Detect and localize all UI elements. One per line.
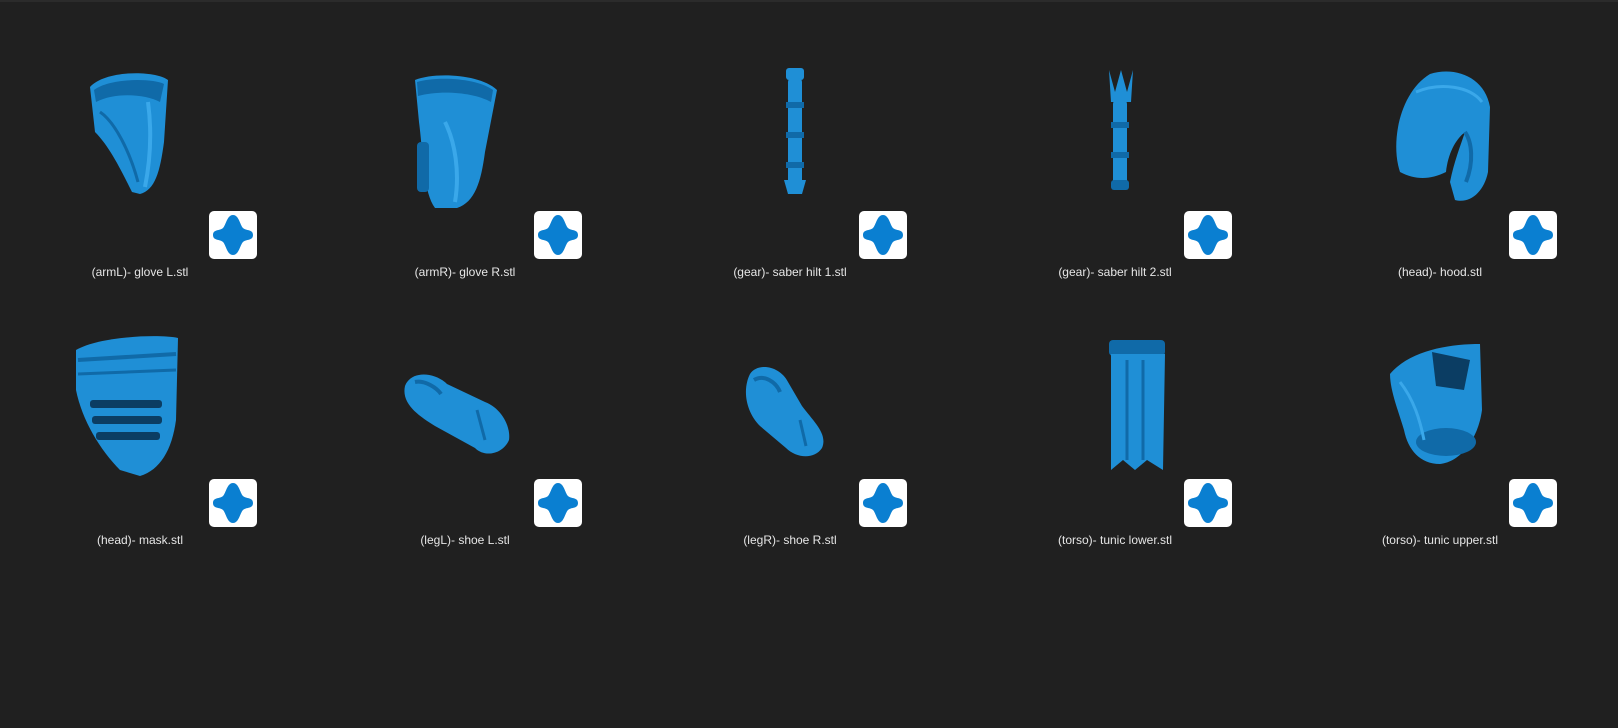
tunic-upper-model-icon — [1360, 330, 1520, 490]
file-name-label: (legR)- shoe R.stl — [743, 533, 837, 547]
file-item[interactable]: (head)- mask.stl — [0, 330, 300, 580]
file-name-label: (gear)- saber hilt 2.stl — [1058, 265, 1172, 279]
stl-file-app-icon — [209, 211, 257, 259]
tunic-lower-model-icon — [1035, 330, 1195, 490]
saber-hilt-2-model-icon — [1035, 62, 1195, 222]
shoe-left-model-icon — [385, 330, 545, 490]
file-item[interactable]: (legL)- shoe L.stl — [325, 330, 625, 580]
file-name-label: (head)- hood.stl — [1397, 265, 1483, 279]
file-item[interactable]: (torso)- tunic upper.stl — [1300, 330, 1600, 580]
stl-file-app-icon — [1184, 211, 1232, 259]
stl-file-app-icon — [859, 479, 907, 527]
saber-hilt-1-model-icon — [710, 62, 870, 222]
file-name-label: (armR)- glove R.stl — [414, 265, 516, 279]
mask-model-icon — [60, 330, 220, 490]
stl-file-app-icon — [534, 479, 582, 527]
file-name-label: (head)- mask.stl — [96, 533, 184, 547]
file-item[interactable]: (armL)- glove L.stl — [0, 62, 300, 312]
stl-file-app-icon — [1509, 479, 1557, 527]
file-item[interactable]: (legR)- shoe R.stl — [650, 330, 950, 580]
file-name-label: (torso)- tunic upper.stl — [1381, 533, 1499, 547]
file-item[interactable]: (armR)- glove R.stl — [325, 62, 625, 312]
file-item[interactable]: (torso)- tunic lower.stl — [975, 330, 1275, 580]
file-grid: (armL)- glove L.stl (armR)- glove R.stl — [0, 0, 1618, 728]
file-item[interactable]: (gear)- saber hilt 2.stl — [975, 62, 1275, 312]
glove-left-model-icon — [60, 62, 220, 222]
shoe-right-model-icon — [710, 330, 870, 490]
file-item[interactable]: (head)- hood.stl — [1300, 62, 1600, 312]
file-name-label: (gear)- saber hilt 1.stl — [733, 265, 847, 279]
file-name-label: (armL)- glove L.stl — [91, 265, 189, 279]
file-name-label: (legL)- shoe L.stl — [420, 533, 510, 547]
stl-file-app-icon — [1184, 479, 1232, 527]
stl-file-app-icon — [534, 211, 582, 259]
file-name-label: (torso)- tunic lower.stl — [1057, 533, 1173, 547]
file-item[interactable]: (gear)- saber hilt 1.stl — [650, 62, 950, 312]
glove-right-model-icon — [385, 62, 545, 222]
stl-file-app-icon — [1509, 211, 1557, 259]
stl-file-app-icon — [859, 211, 907, 259]
stl-file-app-icon — [209, 479, 257, 527]
hood-model-icon — [1360, 62, 1520, 222]
